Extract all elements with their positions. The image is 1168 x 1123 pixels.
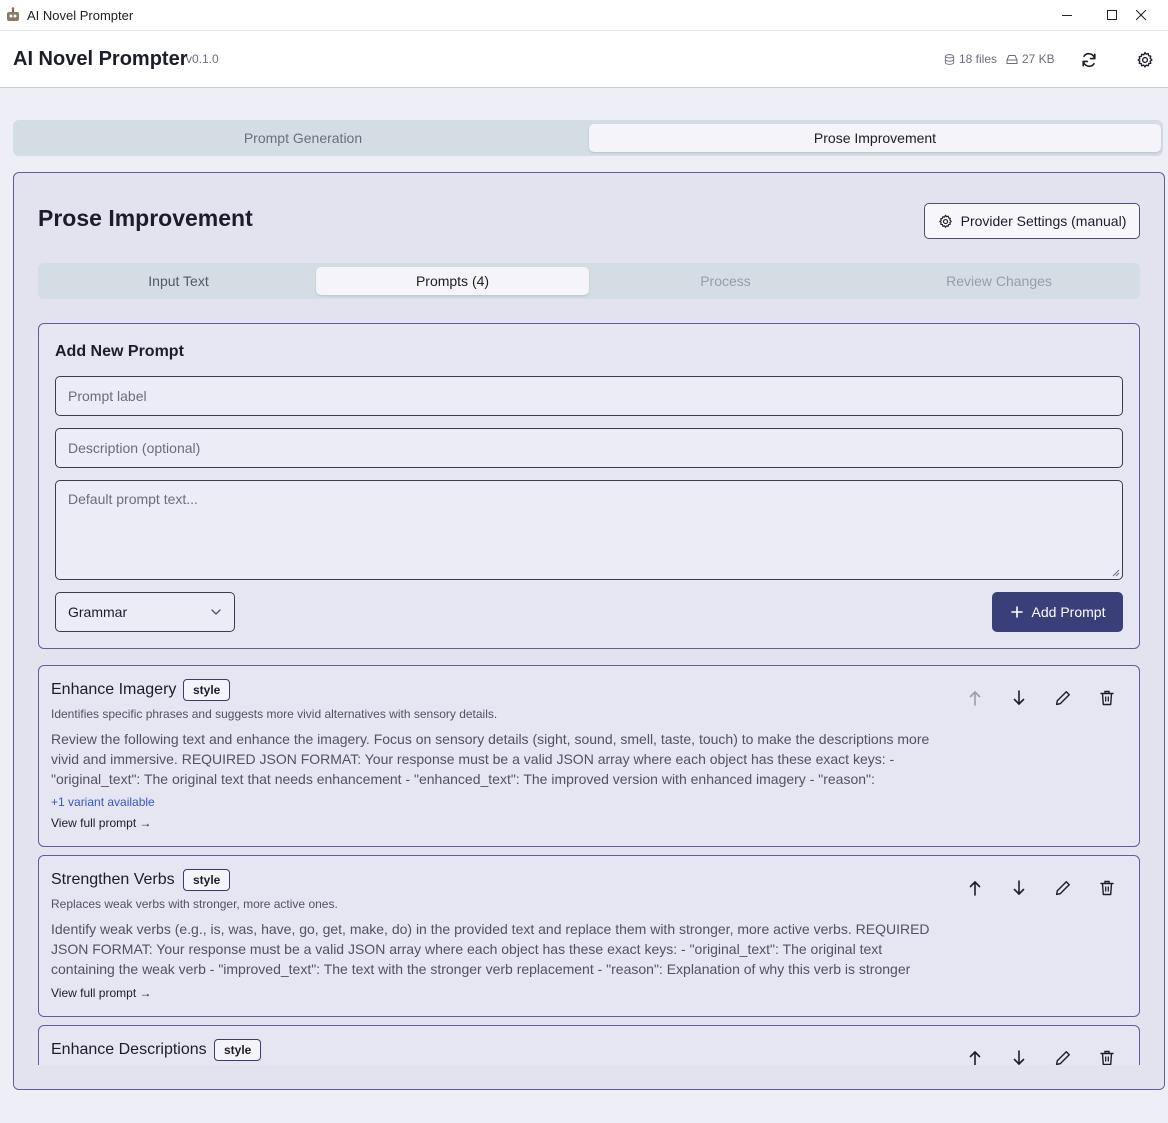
settings-button[interactable] <box>1131 46 1159 74</box>
trash-icon <box>1100 1050 1114 1066</box>
tab-prompts[interactable]: Prompts (4) <box>316 267 589 295</box>
category-badge: style <box>183 679 231 701</box>
plus-icon <box>1010 606 1023 618</box>
hard-drive-icon <box>1006 54 1018 64</box>
pencil-icon <box>1055 1051 1070 1066</box>
refresh-icon <box>1082 52 1096 68</box>
tab-process[interactable]: Process <box>589 267 862 295</box>
app-logo-icon <box>7 7 19 21</box>
prompt-description: Replaces weak verbs with stronger, more … <box>51 897 338 911</box>
gear-icon <box>1137 51 1153 68</box>
tab-prompt-generation[interactable]: Prompt Generation <box>17 124 589 152</box>
move-down-button[interactable] <box>1007 686 1031 710</box>
window-titlebar: AI Novel Prompter <box>0 0 1168 31</box>
maximize-icon <box>1106 10 1117 20</box>
prompt-title: Strengthen Verbs <box>51 871 175 888</box>
arrow-down-icon <box>1013 690 1025 705</box>
scroll-area-bottom <box>14 1065 1164 1089</box>
pencil-icon <box>1055 691 1070 706</box>
close-icon <box>1135 10 1146 21</box>
prompt-title: Enhance Imagery <box>51 681 177 698</box>
app-header: AI Novel Prompter v0.1.0 18 files 27 KB <box>0 31 1168 88</box>
prompt-text-preview: Review the following text and enhance th… <box>51 731 930 787</box>
delete-button[interactable] <box>1095 686 1119 710</box>
minimize-icon <box>1061 15 1072 16</box>
sub-tabs: Input Text Prompts (4) Process Review Ch… <box>38 263 1140 299</box>
prose-improvement-panel: Prose Improvement Provider Settings (man… <box>13 172 1165 1090</box>
prompt-text-placeholder: Default prompt text... <box>68 491 198 507</box>
delete-button[interactable] <box>1095 876 1119 900</box>
window-title: AI Novel Prompter <box>27 8 134 23</box>
trash-icon <box>1100 690 1114 706</box>
app-version: v0.1.0 <box>186 52 219 66</box>
description-input[interactable]: Description (optional) <box>55 428 1123 468</box>
prompt-card: Strengthen Verbs style Replaces weak ver… <box>38 855 1140 1017</box>
edit-button[interactable] <box>1051 876 1075 900</box>
files-stat: 18 files <box>944 52 997 66</box>
add-prompt-title: Add New Prompt <box>55 343 184 360</box>
database-icon <box>944 53 955 65</box>
provider-settings-label: Provider Settings (manual) <box>960 213 1127 229</box>
variant-link[interactable]: +1 variant available <box>51 795 155 809</box>
category-select[interactable]: Grammar <box>55 592 235 632</box>
storage-size: 27 KB <box>1022 52 1055 66</box>
refresh-button[interactable] <box>1075 46 1103 74</box>
move-up-button[interactable] <box>963 686 987 710</box>
prompt-title: Enhance Descriptions <box>51 1041 207 1058</box>
move-up-button[interactable] <box>963 876 987 900</box>
pencil-icon <box>1055 881 1070 896</box>
main-tabs: Prompt Generation Prose Improvement <box>13 120 1163 156</box>
arrow-up-icon <box>969 691 981 706</box>
storage-stat: 27 KB <box>1006 52 1055 66</box>
add-prompt-label: Add Prompt <box>1031 604 1106 620</box>
close-window-button[interactable] <box>1118 0 1164 31</box>
prompt-card: Enhance Imagery style Identifies specifi… <box>38 665 1140 847</box>
category-selected-value: Grammar <box>68 604 128 620</box>
arrow-up-icon <box>969 881 981 896</box>
arrow-down-icon <box>1013 880 1025 895</box>
edit-button[interactable] <box>1051 686 1075 710</box>
trash-icon <box>1100 880 1114 896</box>
prompt-description: Identifies specific phrases and suggests… <box>51 707 498 721</box>
minimize-button[interactable] <box>1044 0 1090 31</box>
add-prompt-card: Add New Prompt Prompt label Description … <box>38 323 1140 649</box>
tab-prose-improvement[interactable]: Prose Improvement <box>589 124 1161 152</box>
prompt-text-textarea[interactable]: Default prompt text... <box>55 480 1123 580</box>
prompt-text-preview: Identify weak verbs (e.g., is, was, have… <box>51 921 930 977</box>
view-full-prompt-link[interactable]: View full prompt → <box>51 816 151 830</box>
files-count: 18 files <box>959 52 998 66</box>
chevron-down-icon <box>211 609 221 615</box>
tab-input-text[interactable]: Input Text <box>42 267 315 295</box>
view-full-prompt-link[interactable]: View full prompt → <box>51 986 151 1000</box>
resize-handle-icon[interactable] <box>1112 569 1120 577</box>
page-title: Prose Improvement <box>38 205 253 231</box>
provider-settings-button[interactable]: Provider Settings (manual) <box>924 203 1140 239</box>
add-prompt-button[interactable]: Add Prompt <box>992 592 1123 632</box>
arrow-up-icon <box>969 1051 981 1066</box>
gear-icon <box>938 214 952 228</box>
arrow-down-icon <box>1013 1050 1025 1065</box>
prompt-label-input[interactable]: Prompt label <box>55 376 1123 416</box>
move-down-button[interactable] <box>1007 876 1031 900</box>
app-name: AI Novel Prompter <box>13 48 188 70</box>
tab-review-changes[interactable]: Review Changes <box>862 267 1136 295</box>
category-badge: style <box>214 1039 262 1061</box>
category-badge: style <box>183 869 231 891</box>
